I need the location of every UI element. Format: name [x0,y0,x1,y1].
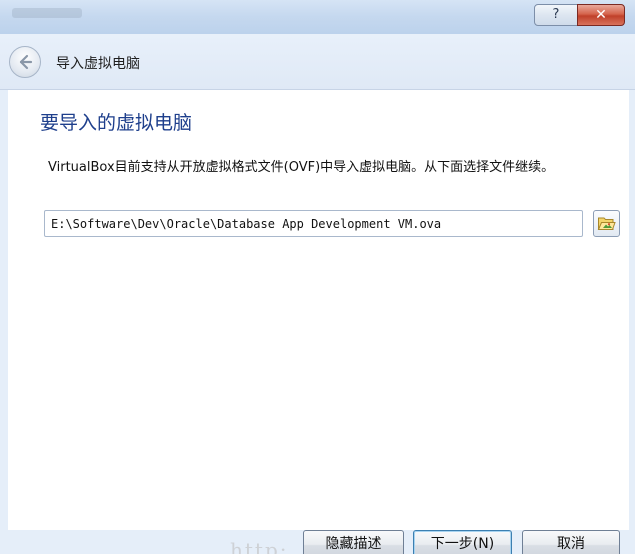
back-arrow-icon [19,54,33,70]
cancel-button[interactable]: 取消 [522,530,620,554]
close-button[interactable]: ✕ [577,4,625,26]
wizard-title: 导入虚拟电脑 [56,56,140,72]
import-appliance-dialog: ? ✕ 导入虚拟电脑 要导入的虚拟电脑 VirtualBox目前支持从开放虚拟格… [0,0,635,554]
window-title [12,8,82,18]
folder-icon [597,217,616,230]
help-button[interactable]: ? [534,4,578,26]
watermark: http: [230,538,289,554]
title-bar: ? ✕ [0,0,635,34]
hide-description-button[interactable]: 隐藏描述 [303,530,404,554]
page-heading: 要导入的虚拟电脑 [40,112,193,134]
wizard-page: 要导入的虚拟电脑 VirtualBox目前支持从开放虚拟格式文件(OVF)中导入… [8,90,629,530]
back-button[interactable] [9,46,41,78]
next-button[interactable]: 下一步(N) [413,530,512,554]
file-path-field[interactable] [44,210,583,237]
wizard-header: 导入虚拟电脑 [0,34,635,90]
page-description: VirtualBox目前支持从开放虚拟格式文件(OVF)中导入虚拟电脑。从下面选… [48,160,555,175]
browse-file-button[interactable] [593,210,620,237]
